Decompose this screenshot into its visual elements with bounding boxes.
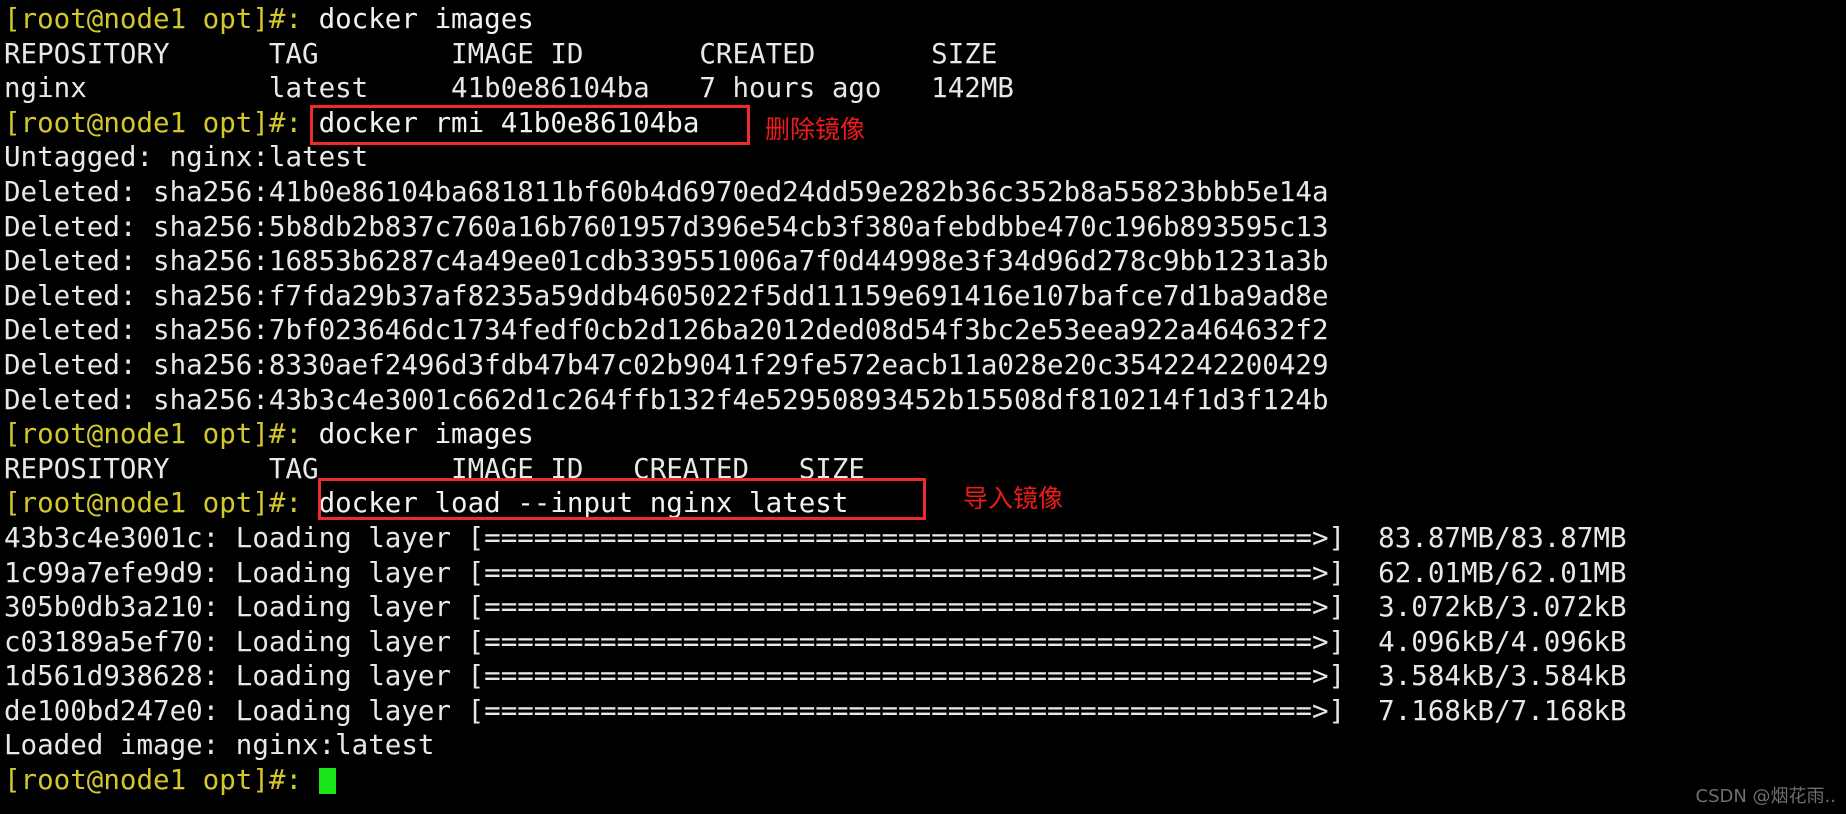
terminal-screen[interactable]: [root@node1 opt]#: docker images REPOSIT…	[4, 2, 1846, 814]
command-text: docker load --input nginx_latest	[302, 487, 849, 520]
terminal-line-command: [root@node1 opt]#: docker load --input n…	[4, 486, 1846, 521]
terminal-line-output: 1d561d938628: Loading layer [===========…	[4, 660, 1627, 693]
terminal-line-output: 43b3c4e3001c: Loading layer [===========…	[4, 521, 1627, 554]
terminal-line-output: Deleted: sha256:41b0e86104ba681811bf60b4…	[4, 175, 1329, 208]
shell-prompt: [root@node1 opt]#:	[4, 764, 303, 797]
terminal-line-output: 1c99a7efe9d9: Loading layer [===========…	[4, 556, 1627, 589]
terminal-line-output: Deleted: sha256:16853b6287c4a49ee01cdb33…	[4, 245, 1329, 278]
annotation-delete-image: 删除镜像	[765, 115, 866, 144]
terminal-line-output: Deleted: sha256:7bf023646dc1734fedf0cb2d…	[4, 314, 1329, 347]
terminal-line-command: [root@node1 opt]#: docker images	[4, 417, 1846, 452]
terminal-window: [root@node1 opt]#: docker images REPOSIT…	[0, 0, 1846, 814]
terminal-line-output: c03189a5ef70: Loading layer [===========…	[4, 625, 1627, 658]
terminal-line-output: de100bd247e0: Loading layer [===========…	[4, 694, 1627, 727]
command-text: docker images	[302, 3, 534, 35]
terminal-line-output: REPOSITORY TAG IMAGE ID CREATED SIZE	[4, 452, 865, 485]
shell-prompt: [root@node1 opt]#:	[4, 106, 303, 139]
shell-prompt: [root@node1 opt]#:	[4, 418, 303, 451]
shell-prompt: [root@node1 opt]#:	[4, 487, 303, 520]
terminal-line-output: Deleted: sha256:8330aef2496d3fdb47b47c02…	[4, 348, 1329, 381]
terminal-line-command: [root@node1 opt]#: docker rmi 41b0e86104…	[4, 106, 1846, 141]
shell-prompt: [root@node1 opt]#:	[4, 3, 303, 35]
terminal-line-output: Deleted: sha256:5b8db2b837c760a16b760195…	[4, 210, 1329, 243]
terminal-line-command: [root@node1 opt]#: docker images	[4, 2, 1846, 37]
terminal-line-output: Deleted: sha256:f7fda29b37af8235a59ddb46…	[4, 279, 1329, 312]
terminal-line-output: REPOSITORY TAG IMAGE ID CREATED SIZE	[4, 37, 998, 70]
terminal-line-output: nginx latest 41b0e86104ba 7 hours ago 14…	[4, 72, 1014, 105]
terminal-line-output: Loaded image: nginx:latest	[4, 729, 435, 762]
watermark: CSDN @烟花雨..	[1695, 786, 1836, 807]
annotation-import-image: 导入镜像	[963, 484, 1064, 513]
command-text: docker images	[302, 418, 534, 451]
command-text: docker rmi 41b0e86104ba	[302, 106, 700, 139]
terminal-line-output: Deleted: sha256:43b3c4e3001c662d1c264ffb…	[4, 383, 1329, 416]
text-cursor	[318, 768, 336, 795]
terminal-line-output: Untagged: nginx:latest	[4, 141, 369, 174]
terminal-line-output: 305b0db3a210: Loading layer [===========…	[4, 591, 1627, 624]
terminal-line-active-prompt[interactable]: [root@node1 opt]#:	[4, 763, 1846, 798]
